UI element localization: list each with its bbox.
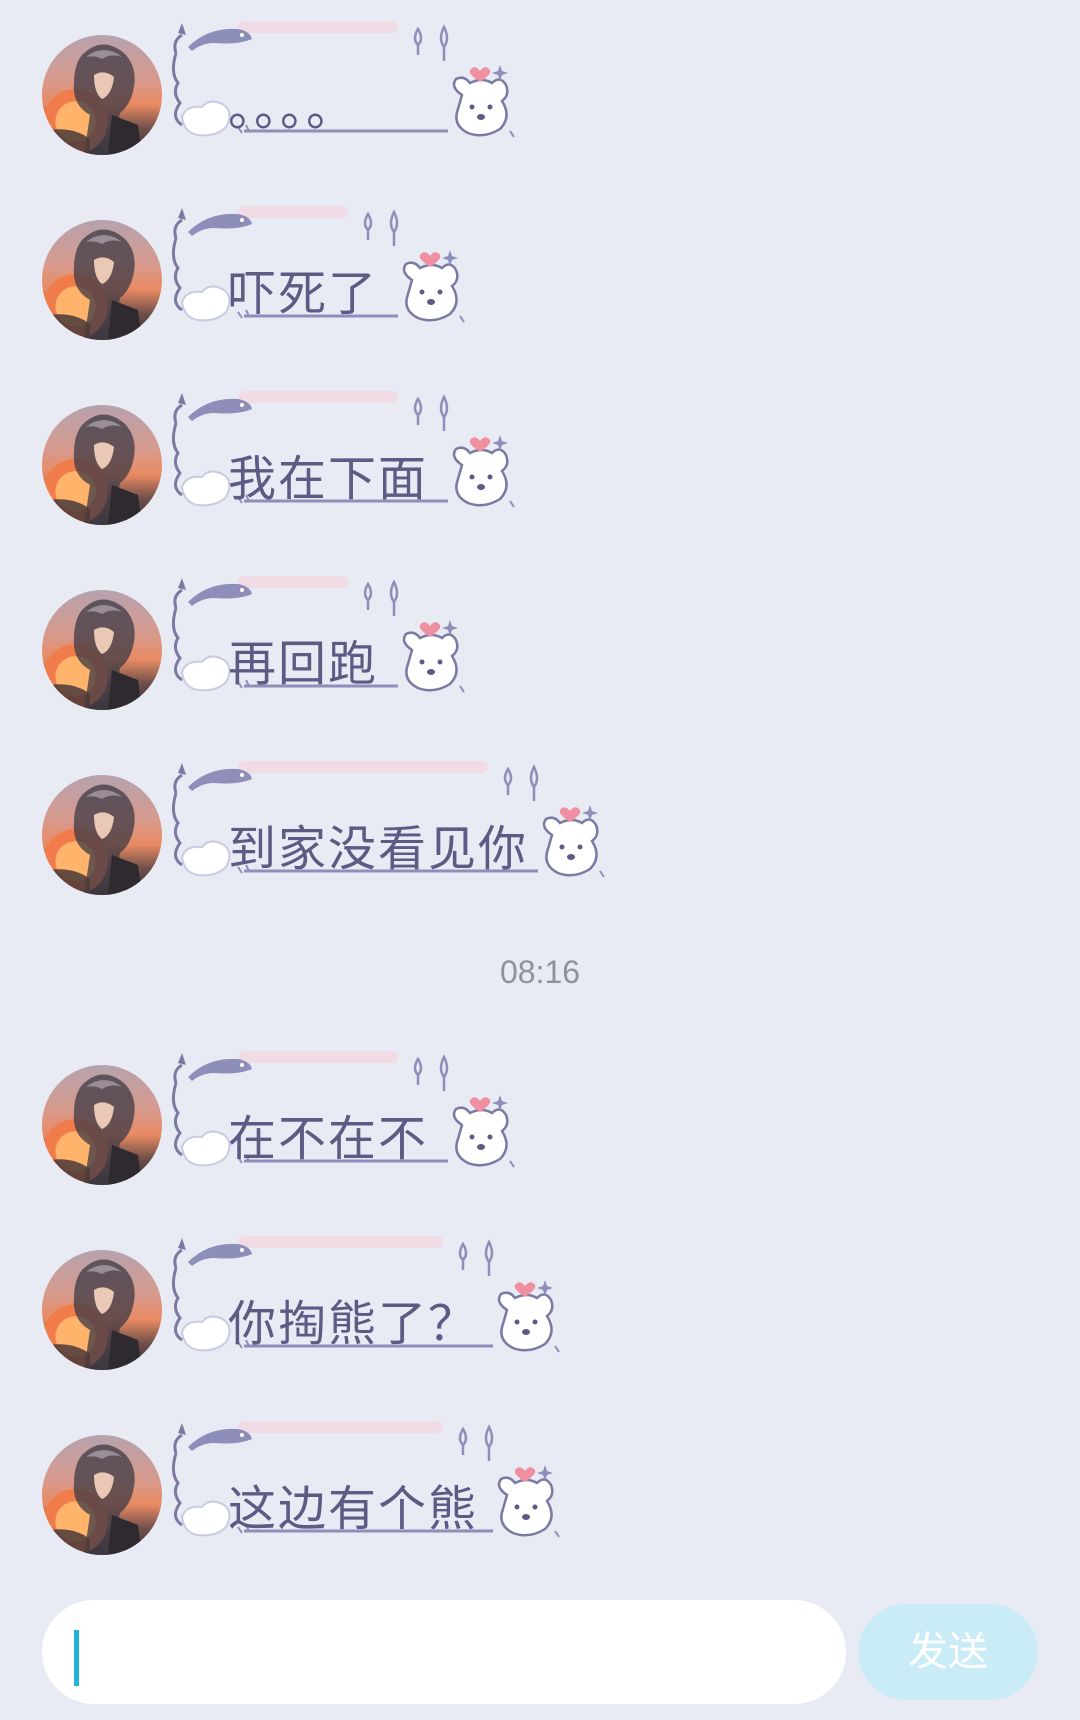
message-row: 到家没看见你 (0, 745, 1080, 895)
sparkle-icon (492, 1095, 508, 1111)
message-text: 我在下面 (228, 451, 429, 507)
avatar[interactable] (42, 35, 162, 155)
message-bubble[interactable]: 。。。。 (168, 13, 515, 143)
avatar[interactable] (42, 590, 162, 710)
message-text: 你掏熊了？ (228, 1296, 479, 1352)
message-bubble[interactable]: 在不在不 (168, 1043, 515, 1173)
message-text: 这边有个熊 (228, 1481, 479, 1537)
message-bubble[interactable]: 到家没看见你 (168, 753, 605, 883)
send-button[interactable]: 发送 (858, 1604, 1038, 1700)
message-bubble[interactable]: 这边有个熊 (168, 1413, 560, 1543)
bear-sticker-icon (497, 1465, 560, 1538)
message-row: 你掏熊了？ (0, 1220, 1080, 1370)
sparkle-icon (442, 250, 458, 266)
bear-sticker-icon (452, 1095, 515, 1168)
message-bubble[interactable]: 我在下面 (168, 383, 515, 513)
avatar[interactable] (42, 775, 162, 895)
message-input[interactable] (42, 1600, 846, 1704)
bear-sticker-icon (452, 65, 515, 138)
message-row: 我在下面 (0, 375, 1080, 525)
message-row: 在不在不 (0, 1035, 1080, 1185)
avatar[interactable] (42, 1250, 162, 1370)
message-text: 再回跑 (228, 636, 379, 692)
message-text: 。。。。 (228, 81, 357, 137)
bear-sticker-icon (452, 435, 515, 508)
message-text: 到家没看见你 (228, 821, 529, 877)
sparkle-icon (537, 1280, 553, 1296)
sparkle-icon (492, 65, 508, 81)
message-bubble[interactable]: 再回跑 (168, 568, 465, 698)
text-cursor (74, 1630, 79, 1686)
bear-sticker-icon (402, 250, 465, 323)
message-bubble[interactable]: 你掏熊了？ (168, 1228, 560, 1358)
message-timestamp: 08:16 (499, 954, 581, 990)
sparkle-icon (537, 1465, 553, 1481)
bear-sticker-icon (497, 1280, 560, 1353)
sparkle-icon (492, 435, 508, 451)
message-text: 在不在不 (228, 1111, 429, 1167)
sparkle-icon (442, 620, 458, 636)
message-bubble[interactable]: 吓死了 (168, 198, 465, 328)
message-row: 再回跑 (0, 560, 1080, 710)
message-row: 吓死了 (0, 190, 1080, 340)
avatar[interactable] (42, 1435, 162, 1555)
avatar[interactable] (42, 1065, 162, 1185)
bear-sticker-icon (542, 805, 605, 878)
avatar[interactable] (42, 405, 162, 525)
message-row: 。。。。 (0, 5, 1080, 155)
message-row: 这边有个熊 (0, 1405, 1080, 1555)
avatar[interactable] (42, 220, 162, 340)
sparkle-icon (582, 805, 598, 821)
chat-message-list[interactable]: 。。。。 吓死了 我在下面 再回跑 到家没看见你 在不在不 你掏熊了？ 这边有个… (0, 0, 1080, 1600)
message-text: 吓死了 (228, 266, 379, 322)
bear-sticker-icon (402, 620, 465, 693)
